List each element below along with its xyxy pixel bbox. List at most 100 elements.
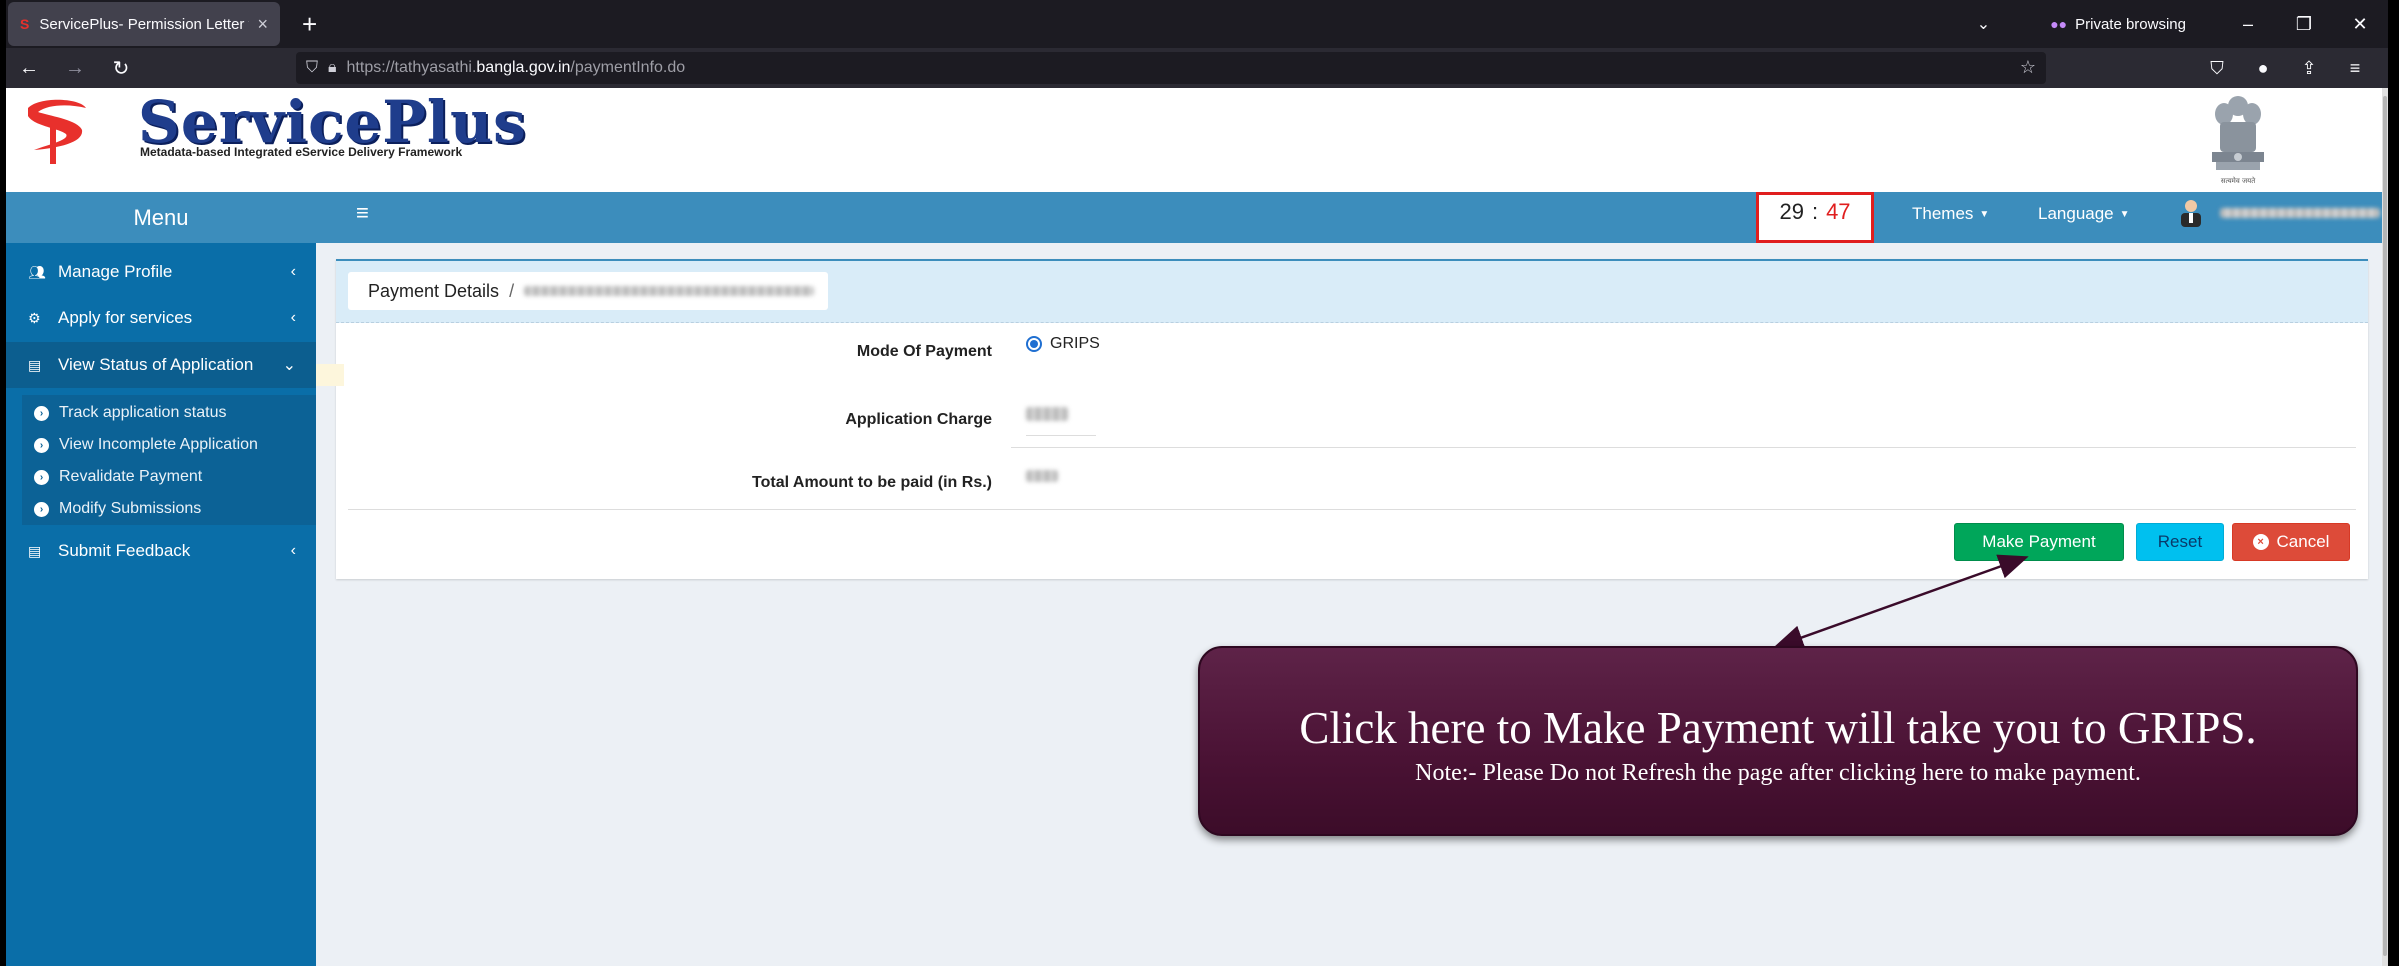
divider	[1011, 447, 2356, 448]
chevron-down-icon: ⌄	[282, 357, 296, 374]
url-path: /paymentInfo.do	[570, 59, 686, 76]
forward-icon[interactable]: →	[52, 57, 98, 80]
serviceplus-logo-icon[interactable]	[20, 94, 92, 166]
sidebar-item-label: Apply for services	[58, 308, 193, 327]
user-name-redacted	[2220, 208, 2380, 218]
browser-tab[interactable]: S ServicePlus- Permission Letter t ×	[8, 2, 280, 46]
gears-icon: ⚙︎	[28, 309, 41, 326]
chevron-left-icon: ‹	[290, 263, 296, 280]
submenu-item-label: Track application status	[59, 404, 227, 421]
private-browsing-indicator: ●● Private browsing	[2050, 16, 2186, 33]
browser-nav-bar: ← → ↻ ⛉ 🔒︎ https://tathyasathi. bangla.go…	[6, 48, 2388, 88]
user-avatar-icon	[2181, 200, 2201, 227]
circle-arrow-icon: ›	[34, 469, 49, 485]
shield-icon[interactable]: ⛉	[306, 59, 318, 77]
screen: S ServicePlus- Permission Letter t × + ⌄…	[6, 0, 2388, 966]
bookmark-star-icon[interactable]: ☆	[2020, 57, 2036, 78]
close-window-icon[interactable]: ✕	[2332, 14, 2388, 35]
menu-header: Menu	[6, 192, 316, 243]
timer-seconds: 47	[1826, 199, 1851, 224]
tab-title: ServicePlus- Permission Letter t	[39, 15, 250, 33]
users-icon: 👥︎	[28, 263, 46, 280]
timer-separator: :	[1811, 199, 1819, 224]
application-charge-value	[1026, 407, 1068, 421]
tab-list-chevron-icon[interactable]: ⌄	[1977, 14, 1990, 34]
new-tab-button[interactable]: +	[302, 9, 317, 40]
grips-label: GRIPS	[1050, 335, 1100, 352]
themes-dropdown[interactable]: Themes ▼	[1912, 204, 1989, 224]
submenu-item-incomplete[interactable]: › View Incomplete Application	[34, 429, 258, 461]
main-content: Payment Details / Mode Of Payment GRIPS …	[316, 243, 2388, 966]
submenu-item-label: Modify Submissions	[59, 500, 202, 517]
site-header: ServicePlus Metadata-based Integrated eS…	[6, 88, 2388, 192]
top-bar: ≡ 29 : 47 Themes ▼ Language ▼	[316, 192, 2388, 243]
reload-icon[interactable]: ↻	[98, 56, 144, 81]
caret-down-icon: ▼	[2119, 209, 2130, 221]
lock-icon[interactable]: 🔒︎	[328, 59, 337, 77]
language-label: Language	[2038, 204, 2114, 223]
share-icon[interactable]: ⇪	[2286, 58, 2332, 79]
emblem-motto: सत्यमेव जयते	[2221, 176, 2256, 185]
total-value-redacted	[1026, 470, 1058, 482]
mode-of-payment-label: Mode Of Payment	[856, 343, 992, 360]
breadcrumb-bar: Payment Details /	[336, 261, 2368, 323]
sidebar-item-view-status[interactable]: ▤ View Status of Application ⌄	[6, 342, 316, 388]
minimize-icon[interactable]: –	[2220, 14, 2276, 35]
cancel-button[interactable]: × Cancel	[2232, 523, 2350, 561]
grips-radio[interactable]	[1026, 336, 1042, 352]
sidebar-item-manage-profile[interactable]: 👥︎ Manage Profile ‹	[6, 249, 316, 295]
caret-down-icon: ▼	[1979, 209, 1990, 221]
language-dropdown[interactable]: Language ▼	[2038, 204, 2130, 224]
breadcrumb-current-redacted	[524, 286, 815, 296]
national-emblem-icon: सत्यमेव जयते	[2212, 96, 2264, 185]
charge-value-redacted	[1026, 407, 1068, 421]
app-menu-icon[interactable]: ≡	[2332, 58, 2378, 79]
submenu-item-modify[interactable]: › Modify Submissions	[34, 493, 201, 525]
submenu-view-status: › Track application status › View Incomp…	[22, 395, 316, 525]
sidebar-item-apply-services[interactable]: ⚙︎ Apply for services ‹	[6, 295, 316, 341]
application-charge-label: Application Charge	[845, 411, 992, 428]
user-menu[interactable]	[2178, 198, 2380, 228]
payment-panel: Payment Details / Mode Of Payment GRIPS …	[316, 259, 2368, 579]
make-payment-button[interactable]: Make Payment	[1954, 523, 2124, 561]
mode-of-payment-option[interactable]: GRIPS	[1026, 335, 1100, 353]
breadcrumb: Payment Details /	[348, 272, 828, 310]
hamburger-icon[interactable]: ≡	[356, 200, 369, 226]
sidebar-item-label: Submit Feedback	[58, 541, 191, 560]
callout-note: Note:- Please Do not Refresh the page af…	[1415, 760, 2141, 786]
reset-button[interactable]: Reset	[2136, 523, 2224, 561]
divider	[348, 509, 2356, 510]
sidebar-item-label: View Status of Application	[58, 355, 254, 374]
cancel-icon: ×	[2252, 534, 2269, 550]
submenu-item-revalidate[interactable]: › Revalidate Payment	[34, 461, 202, 493]
scrollbar-thumb[interactable]	[2383, 96, 2387, 956]
back-icon[interactable]: ←	[6, 57, 52, 80]
total-amount-label: Total Amount to be paid (in Rs.)	[752, 474, 992, 491]
callout-title: Click here to Make Payment will take you…	[1299, 703, 2257, 753]
total-amount-value	[1026, 470, 1058, 482]
sidebar: 👥︎ Manage Profile ‹ ⚙︎ Apply for service…	[6, 243, 316, 966]
circle-arrow-icon: ›	[34, 437, 49, 453]
sidebar-item-feedback[interactable]: ▤ Submit Feedback ‹	[6, 528, 316, 574]
pocket-icon[interactable]: ⛉	[2194, 58, 2240, 79]
serviceplus-favicon-icon: S	[20, 16, 30, 32]
breadcrumb-root[interactable]: Payment Details	[368, 281, 499, 302]
charge-underline	[1026, 435, 1096, 436]
private-browsing-label: Private browsing	[2075, 15, 2186, 33]
session-timer: 29 : 47	[1756, 192, 1874, 243]
window-controls: ⌄ ●● Private browsing – ❐ ✕	[1977, 0, 2388, 48]
url-bar[interactable]: ⛉ 🔒︎ https://tathyasathi. bangla.gov.in/p…	[296, 52, 2046, 84]
list-icon: ▤	[28, 356, 42, 373]
tab-close-icon[interactable]: ×	[257, 14, 268, 35]
cancel-label: Cancel	[2276, 532, 2330, 551]
timer-minutes: 29	[1779, 199, 1804, 224]
chevron-left-icon: ‹	[290, 542, 296, 559]
restore-icon[interactable]: ❐	[2276, 14, 2332, 35]
toolbar-right: ⛉ ● ⇪ ≡	[2194, 48, 2378, 88]
submenu-item-track-status[interactable]: › Track application status	[34, 397, 226, 429]
logo-subtitle: Metadata-based Integrated eService Deliv…	[140, 145, 463, 159]
chevron-left-icon: ‹	[290, 309, 296, 326]
payment-instruction-callout: Click here to Make Payment will take you…	[1198, 646, 2358, 836]
account-icon[interactable]: ●	[2240, 58, 2286, 79]
url-prefix: https://tathyasathi.	[346, 59, 477, 76]
